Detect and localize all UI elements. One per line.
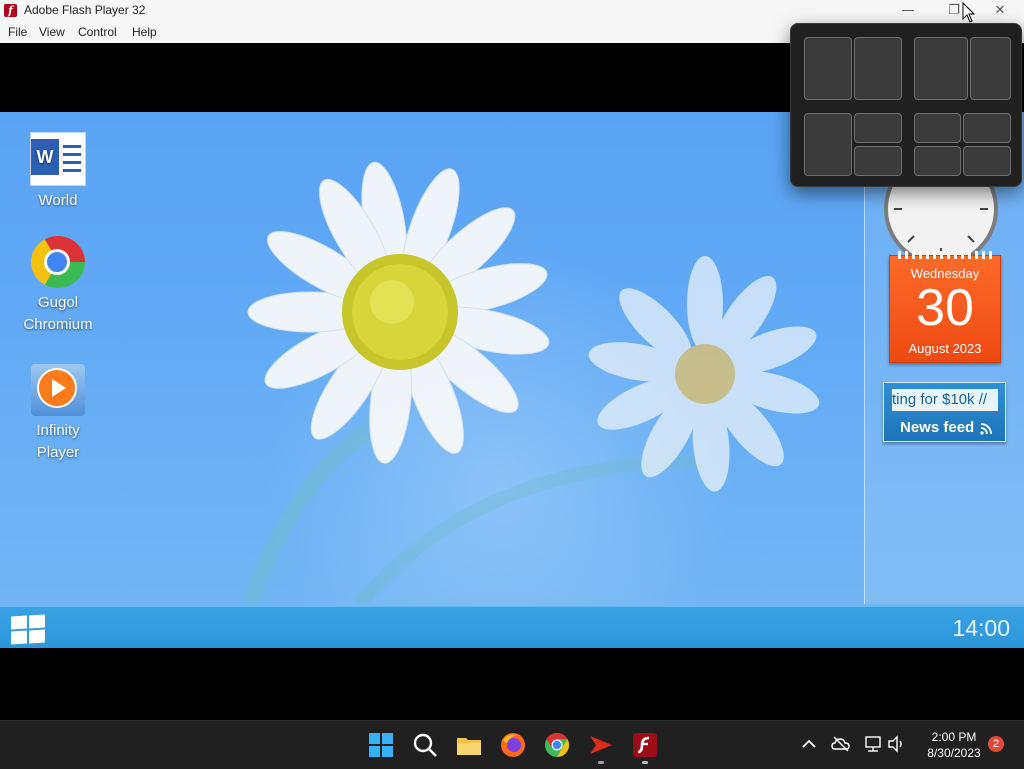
close-button[interactable]: ✕ — [977, 0, 1023, 22]
menu-control[interactable]: Control — [78, 25, 117, 39]
windows-start-icon[interactable] — [11, 614, 47, 645]
title-bar: f Adobe Flash Player 32 — ❐ ✕ — [0, 0, 1024, 22]
word-letter: W — [31, 139, 59, 175]
network-icon[interactable] — [863, 735, 883, 753]
daisy-wallpaper-image — [242, 161, 820, 604]
flash-stage[interactable]: W World Gugol Chromium Infinity Player W… — [0, 112, 1024, 648]
doc-line — [63, 145, 81, 148]
doc-line — [63, 161, 81, 164]
desktop-icon-world[interactable]: W World — [13, 132, 103, 212]
snap-zone[interactable] — [854, 37, 902, 100]
menu-view[interactable]: View — [39, 25, 65, 39]
snap-zone[interactable] — [804, 37, 852, 100]
adobe-reader-icon[interactable] — [587, 731, 615, 759]
calendar-day: 30 — [916, 279, 974, 337]
snap-zone[interactable] — [914, 37, 968, 100]
chrome-icon[interactable] — [543, 731, 571, 759]
doc-line — [63, 153, 81, 156]
taskbar-time[interactable]: 2:00 PM — [916, 730, 992, 744]
news-feed-gadget[interactable]: ting for $10k // News feed — [883, 382, 1006, 442]
system-taskbar: 2:00 PM 8/30/2023 — [0, 720, 1024, 769]
calendar-gadget[interactable]: Wednesday 30 August 2023 — [889, 251, 1001, 363]
file-explorer-icon[interactable] — [455, 731, 483, 759]
desktop-icon-infinity-player[interactable]: Infinity Player — [13, 364, 103, 464]
inner-taskbar: 14:00 — [0, 606, 1024, 648]
snap-zone[interactable] — [854, 113, 902, 143]
play-icon — [37, 368, 77, 408]
snap-zone[interactable] — [914, 113, 961, 143]
calendar-rings — [898, 251, 994, 259]
snap-zone[interactable] — [804, 113, 852, 176]
notification-badge[interactable]: 2 — [988, 736, 1004, 752]
news-feed-label: News feed — [900, 419, 975, 436]
desktop-icon-label: Gugol Chromium — [23, 294, 93, 333]
firefox-icon[interactable] — [499, 731, 527, 759]
minimize-button[interactable]: — — [885, 0, 931, 22]
taskbar-date[interactable]: 8/30/2023 — [916, 746, 992, 760]
snap-zone[interactable] — [963, 146, 1011, 176]
menu-help[interactable]: Help — [132, 25, 157, 39]
snap-layouts-flyout — [790, 23, 1022, 187]
onedrive-offline-icon[interactable] — [831, 735, 851, 753]
search-icon[interactable] — [411, 731, 439, 759]
news-ticker: ting for $10k // — [892, 389, 998, 411]
rss-icon — [980, 423, 992, 435]
window-title: Adobe Flash Player 32 — [24, 3, 146, 17]
flash-app-icon: f — [4, 4, 17, 17]
menu-file[interactable]: File — [8, 25, 27, 39]
doc-line — [63, 169, 81, 172]
media-player-icon — [31, 364, 85, 416]
snap-zone[interactable] — [914, 146, 961, 176]
mouse-cursor-icon — [962, 2, 976, 23]
chevron-up-icon[interactable] — [800, 735, 818, 753]
chromium-icon — [31, 236, 85, 288]
news-ticker-text: ting for $10k // — [892, 391, 988, 408]
snap-zone[interactable] — [970, 37, 1011, 100]
volume-icon[interactable] — [887, 735, 907, 753]
desktop-icon-label: World — [38, 192, 78, 209]
inner-taskbar-clock: 14:00 — [952, 615, 1010, 641]
desktop-icon-gugol-chromium[interactable]: Gugol Chromium — [13, 236, 103, 336]
running-indicator — [642, 761, 648, 764]
word-document-icon: W — [30, 132, 86, 186]
snap-zone[interactable] — [854, 146, 902, 176]
snap-zone[interactable] — [963, 113, 1011, 143]
windows-start-button-icon[interactable] — [367, 731, 395, 759]
flash-player-taskbar-icon[interactable] — [631, 731, 659, 759]
desktop-icon-label: Infinity Player — [36, 422, 80, 461]
calendar-month: August 2023 — [908, 341, 982, 356]
running-indicator — [598, 761, 604, 764]
